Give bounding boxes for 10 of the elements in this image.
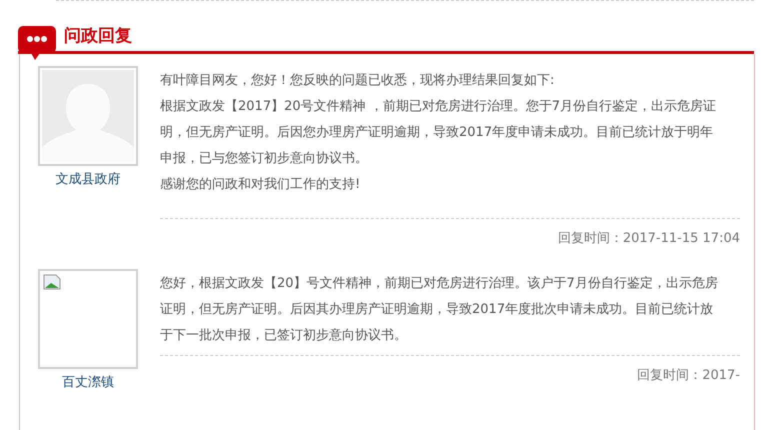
reply-paragraph: 您好，根据文政发【20】号文件精神，前期已对危房进行治理。该户于7月份自行鉴定，出示危房证明，但无房产证明。后因其办理房产证明逾期，导致2017年度批次申请未成功。目前已统计放于下一批次申报，已签订初步意向协议书。	[160, 275, 718, 345]
reply-time: 回复时间：2017-11-15 17:04	[558, 231, 740, 246]
broken-image-icon	[44, 274, 60, 290]
section-title: 问政回复	[64, 25, 132, 48]
reply-time: 回复时间：2017-	[637, 368, 740, 383]
author-name: 文成县政府	[56, 171, 120, 188]
author-name: 百丈漈镇	[62, 374, 114, 391]
reply-paragraph: 根据文政发【2017】20号文件精神 ，前期已对危房进行治理。您于7月份自行鉴定，出示危房证明，但无房产证明。后因您办理房产证明逾期，导致2017年度申请未成功。目前已统计放于明年申报，已与您签订初步意向协议书。	[160, 98, 718, 168]
reply-paragraph: 感谢您的问政和对我们工作的支持!	[160, 176, 362, 194]
reply-paragraph: 有叶障目网友，您好！您反映的问题已收悉，现将办理结果回复如下:	[160, 72, 556, 90]
